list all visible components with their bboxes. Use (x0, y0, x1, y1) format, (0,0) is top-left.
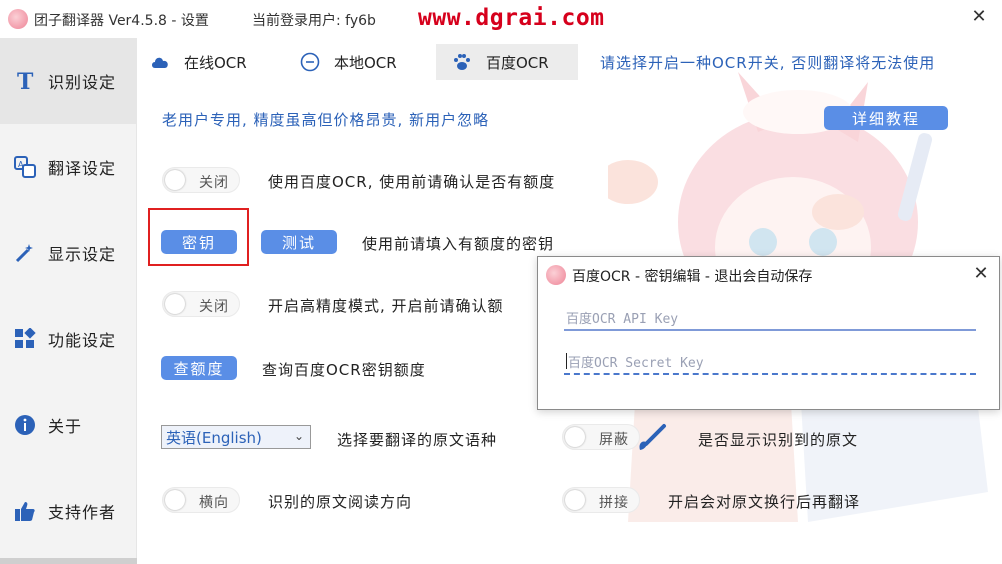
toggle-label: 关闭 (199, 299, 229, 315)
chevron-down-icon: ⌄ (293, 429, 304, 443)
sidebar-item-label: 关于 (48, 417, 83, 436)
sidebar-item-label: 功能设定 (48, 331, 117, 350)
info-icon (14, 414, 36, 436)
text-t-icon: T (14, 70, 36, 92)
sidebar-scroll-indicator (0, 558, 137, 564)
reading-direction-toggle[interactable]: 横向 (162, 487, 240, 513)
tab-label: 本地OCR (334, 53, 397, 72)
sidebar-item-label: 显示设定 (48, 245, 117, 264)
secret-key-placeholder: 百度OCR Secret Key (568, 355, 704, 371)
sidebar-item-function-settings[interactable]: 功能设定 (0, 296, 137, 382)
dialog-logo-icon (546, 265, 566, 285)
svg-text:A: A (18, 160, 24, 169)
login-user-label: 当前登录用户: fy6b (252, 13, 376, 29)
high-precision-description: 开启高精度模式, 开启前请确认额 (268, 297, 504, 315)
source-language-select[interactable]: 英语(English) ⌄ (161, 425, 311, 449)
sidebar-item-label: 翻译设定 (48, 159, 117, 178)
magic-wand-icon (14, 242, 36, 264)
key-description: 使用前请填入有额度的密钥 (362, 235, 555, 253)
svg-text:T: T (17, 70, 34, 92)
toggle-knob (165, 490, 185, 510)
tab-local-ocr[interactable]: 本地OCR (300, 44, 430, 80)
old-user-notice: 老用户专用, 精度虽高但价格昂贵, 新用户忽略 (162, 111, 490, 129)
select-value: 英语(English) (166, 428, 262, 447)
secret-key-field[interactable]: 百度OCR Secret Key (564, 349, 976, 375)
quota-description: 查询百度OCR密钥额度 (262, 361, 426, 379)
watermark: www.dgrai.com (418, 5, 605, 31)
app-title: 团子翻译器 Ver4.5.8 - 设置 (34, 13, 209, 29)
reading-direction-description: 识别的原文阅读方向 (268, 493, 413, 511)
cloud-icon (150, 52, 170, 72)
show-original-toggle[interactable]: 屏蔽 (562, 424, 640, 450)
tab-baidu-ocr[interactable]: 百度OCR (436, 44, 578, 80)
baidu-ocr-description: 使用百度OCR, 使用前请确认是否有额度 (268, 173, 556, 191)
api-key-placeholder: 百度OCR API Key (566, 311, 679, 327)
toggle-label: 关闭 (199, 175, 229, 191)
quota-button[interactable]: 查额度 (161, 356, 237, 380)
tab-label: 百度OCR (486, 53, 549, 72)
text-cursor (566, 353, 567, 369)
dialog-close-button[interactable]: ✕ (970, 263, 992, 285)
join-lines-description: 开启会对原文换行后再翻译 (668, 493, 861, 511)
dialog-title: 百度OCR - 密钥编辑 - 退出会自动保存 (572, 269, 813, 285)
sidebar-item-ocr-settings[interactable]: T 识别设定 (0, 38, 137, 124)
toggle-label: 拼接 (599, 495, 629, 511)
paw-icon (452, 52, 472, 72)
widgets-icon (14, 328, 36, 350)
sidebar-item-translate-settings[interactable]: A 翻译设定 (0, 124, 137, 210)
sidebar-item-label: 识别设定 (48, 73, 117, 92)
minus-circle-icon (300, 52, 320, 72)
toggle-knob (165, 294, 185, 314)
highlight-box (148, 208, 249, 266)
api-key-field[interactable]: 百度OCR API Key (564, 305, 976, 331)
tab-online-ocr[interactable]: 在线OCR (150, 44, 280, 80)
language-description: 选择要翻译的原文语种 (337, 431, 498, 449)
test-button[interactable]: 测试 (261, 230, 337, 254)
toggle-knob (565, 490, 585, 510)
window-close-button[interactable]: ✕ (968, 6, 990, 28)
tutorial-button[interactable]: 详细教程 (824, 106, 948, 130)
toggle-label: 横向 (199, 495, 229, 511)
key-edit-dialog: 百度OCR - 密钥编辑 - 退出会自动保存 ✕ 百度OCR API Key 百… (537, 256, 1000, 410)
baidu-ocr-toggle[interactable]: 关闭 (162, 167, 240, 193)
app-logo-icon (8, 9, 28, 29)
tab-label: 在线OCR (184, 53, 247, 72)
show-original-description: 是否显示识别到的原文 (698, 431, 859, 449)
join-lines-toggle[interactable]: 拼接 (562, 487, 640, 513)
title-bar: 团子翻译器 Ver4.5.8 - 设置 当前登录用户: fy6b www.dgr… (0, 0, 1002, 38)
toggle-knob (165, 170, 185, 190)
sidebar-item-display-settings[interactable]: 显示设定 (0, 210, 137, 296)
sidebar-item-about[interactable]: 关于 (0, 382, 137, 468)
sidebar-item-support-author[interactable]: 支持作者 (0, 468, 137, 554)
translate-icon: A (14, 156, 36, 178)
sidebar-item-label: 支持作者 (48, 503, 117, 522)
toggle-knob (565, 427, 585, 447)
brush-icon (639, 424, 666, 450)
toggle-label: 屏蔽 (599, 432, 629, 448)
thumbs-up-icon (14, 500, 36, 522)
high-precision-toggle[interactable]: 关闭 (162, 291, 240, 317)
sidebar: T 识别设定 A 翻译设定 显示设定 功能设定 关于 支持作者 (0, 38, 137, 564)
